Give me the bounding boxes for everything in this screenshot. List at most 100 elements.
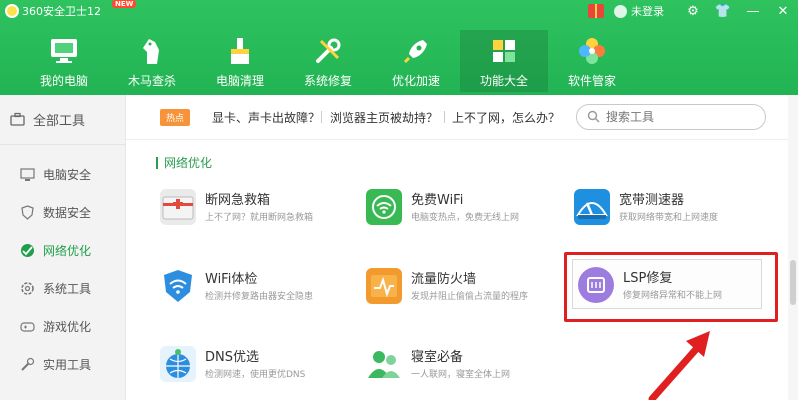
sidebar-all-tools[interactable]: 全部工具 [0,95,125,145]
sidebar-item-label: 电脑安全 [43,167,92,182]
broom-icon [225,36,255,66]
sidebar-item-system-tools[interactable]: 系统工具 [0,269,125,307]
hot-link[interactable]: 浏览器主页被劫持？ [330,109,438,126]
minimize-icon[interactable]: — [738,0,768,22]
hot-link[interactable]: 上不了网，怎么办？ [452,109,560,126]
tool-wifi-checkup[interactable]: WiFi体检 检测并修复路由器安全隐患 [160,262,365,314]
skin-icon[interactable]: 👕 [708,0,738,22]
app-title: 360安全卫士12 [22,5,101,18]
sidebar-item-network[interactable]: 网络优化 [0,231,125,269]
tool-desc: 电脑变热点，免费无线上网 [411,213,520,223]
hot-link[interactable]: 显卡、声卡出故障？ [212,109,320,126]
nav-label: 电脑清理 [215,74,264,88]
nav-trojan-scan[interactable]: 木马查杀 [108,30,196,92]
sidebar-item-label: 网络优化 [43,243,92,258]
tool-desc: 一人联网，寝室全体上网 [411,370,511,380]
tool-desc: 检测并修复路由器安全隐患 [205,292,314,302]
tool-name: 流量防火墙 [411,272,477,287]
title-controls: 未登录 ⚙ 👕 — ✕ [588,0,798,22]
separator [321,111,322,123]
dns-icon [160,346,196,382]
computer-icon [20,167,35,182]
highlight-box [564,252,778,322]
hot-topics-bar: 热点 显卡、声卡出故障？ 浏览器主页被劫持？ 上不了网，怎么办？ [126,95,798,140]
sidebar-item-data-security[interactable]: 数据安全 [0,193,125,231]
top-toolbar: 360安全卫士12 NEW 未登录 ⚙ 👕 — ✕ 我的电脑 木马查杀 电脑清理… [0,0,798,95]
sidebar-item-label: 数据安全 [43,205,92,220]
nav-my-computer[interactable]: 我的电脑 [20,30,108,92]
sidebar-item-game[interactable]: 游戏优化 [0,307,125,345]
wifi-shield-icon [160,268,196,304]
firstaid-icon [160,189,196,225]
sidebar-all-label: 全部工具 [33,114,86,129]
tool-free-wifi[interactable]: 免费WiFi 电脑变热点，免费无线上网 [366,183,571,235]
tool-name: 免费WiFi [411,193,464,208]
main-content: 热点 显卡、声卡出故障？ 浏览器主页被劫持？ 上不了网，怎么办？ 网络优化 断网… [126,95,798,400]
tool-icon [20,357,35,372]
search-input[interactable] [606,110,746,124]
nav-speedup[interactable]: 优化加速 [372,30,460,92]
tool-name: 寝室必备 [411,350,464,365]
tool-desc: 上不了网？就用断网急救箱 [205,213,314,223]
gift-icon[interactable] [588,4,604,18]
nav-all-features[interactable]: 功能大全 [460,30,548,92]
firewall-icon [366,268,402,304]
hot-badge: 热点 [160,109,191,126]
settings-icon[interactable]: ⚙ [678,0,708,22]
gear-icon [20,281,35,296]
tool-desc: 获取网络带宽和上网速度 [619,213,719,223]
sidebar-item-label: 实用工具 [43,357,92,372]
nav-label: 系统修复 [303,74,352,88]
wrench-icon [313,36,343,66]
sidebar-item-label: 游戏优化 [43,319,92,334]
gamepad-icon [20,319,35,334]
toolbox-icon [10,112,25,127]
nav-system-repair[interactable]: 系统修复 [284,30,372,92]
speedometer-icon [574,189,610,225]
sidebar-item-pc-security[interactable]: 电脑安全 [0,155,125,193]
tool-name: DNS优选 [205,350,259,365]
horse-icon [137,36,167,66]
tool-traffic-firewall[interactable]: 流量防火墙 发现并阻止偷偷占流量的程序 [366,262,571,314]
nav-software-manager[interactable]: 软件管家 [548,30,636,92]
tool-dorm-essentials[interactable]: 寝室必备 一人联网，寝室全体上网 [366,340,571,392]
annotation-arrow-icon [648,331,710,400]
tool-name: WiFi体检 [205,272,258,287]
tool-dns-select[interactable]: DNS优选 检测网速，使用更优DNS [160,340,365,392]
separator [444,111,445,123]
search-icon [587,108,600,127]
tool-bandwidth-test[interactable]: 宽带测速器 获取网络带宽和上网速度 [574,183,779,235]
scrollbar[interactable] [788,95,798,400]
nav-cleanup[interactable]: 电脑清理 [196,30,284,92]
login-link[interactable]: 未登录 [631,3,664,19]
nav-label: 我的电脑 [39,74,88,88]
section-title: 网络优化 [156,157,212,169]
sidebar-item-utilities[interactable]: 实用工具 [0,345,125,383]
wifi-free-icon [366,189,402,225]
sidebar: 全部工具 电脑安全 数据安全 网络优化 系统工具 游戏优化 实用工具 [0,95,126,400]
tool-network-first-aid[interactable]: 断网急救箱 上不了网？就用断网急救箱 [160,183,365,235]
grid-icon [489,36,519,66]
search-box[interactable] [576,104,766,130]
rocket-icon [401,36,431,66]
tool-desc: 检测网速，使用更优DNS [205,370,306,380]
scrollbar-thumb[interactable] [790,260,796,305]
tool-name: 断网急救箱 [205,193,271,208]
flower-icon [577,36,607,66]
app-logo-icon [5,4,19,18]
user-avatar-icon[interactable] [614,4,627,18]
nav-label: 功能大全 [479,74,528,88]
nav-label: 优化加速 [391,74,440,88]
title-bar: 360安全卫士12 NEW 未登录 ⚙ 👕 — ✕ [0,0,798,22]
monitor-icon [49,36,79,66]
tool-name: 宽带测速器 [619,193,685,208]
tool-desc: 发现并阻止偷偷占流量的程序 [411,292,529,302]
nav-label: 软件管家 [567,74,616,88]
globe-icon [20,243,35,258]
nav-label: 木马查杀 [127,74,176,88]
dorm-icon [366,346,402,382]
main-nav: 我的电脑 木马查杀 电脑清理 系统修复 优化加速 功能大全 软件管家 [20,30,636,92]
close-icon[interactable]: ✕ [768,0,798,22]
new-badge: NEW [112,0,137,8]
sidebar-item-label: 系统工具 [43,281,92,296]
